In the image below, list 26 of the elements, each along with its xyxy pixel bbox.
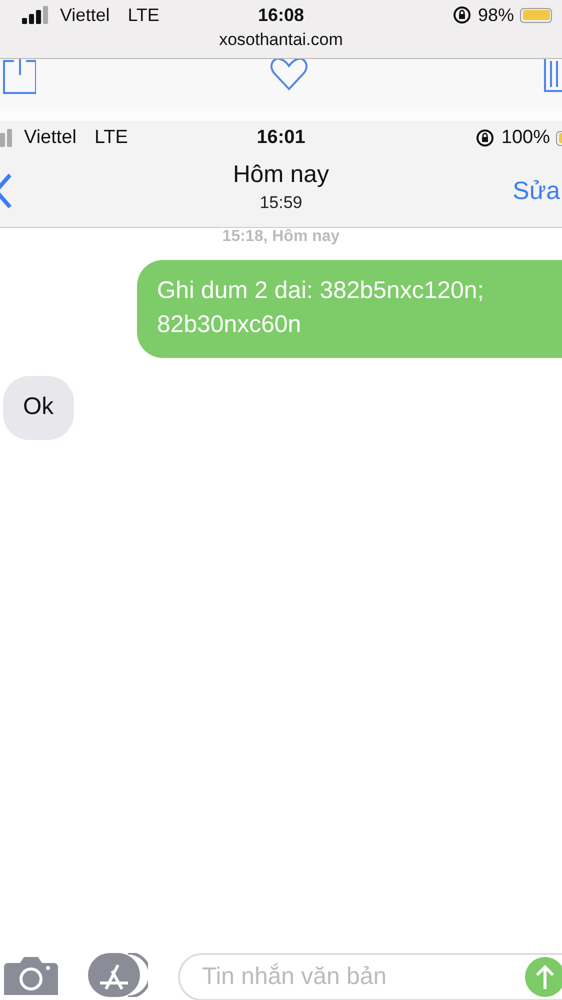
carrier-name: Viettel [24,127,76,149]
conversation-time: 15:59 [260,193,302,213]
carrier-name: Viettel [60,4,110,26]
app-store-icon[interactable] [88,953,148,997]
heart-icon[interactable] [270,59,308,91]
battery-percentage: 100% [501,127,550,149]
network-type: LTE [94,127,128,149]
clock-time: 16:08 [258,4,304,24]
rotation-lock-icon [452,5,472,25]
message-field[interactable]: Tin nhắn văn bản [178,953,525,1000]
battery-icon [520,8,552,22]
conversation-title: Hôm nay [232,161,330,189]
clock-time: 16:01 [256,127,306,148]
camera-icon[interactable] [4,955,58,995]
message-timestamp: 15:18, Hôm nay [222,228,340,245]
page-url[interactable]: xosothantai.com [219,30,343,49]
message-bubble: Ghi dum 2 dai: 382b5nxc120n; 82b30nxc60n [137,260,562,358]
message-bubble: Ok [3,376,74,440]
battery-percentage: 98% [478,4,514,26]
share-icon[interactable] [2,59,36,95]
back-icon[interactable] [0,173,12,209]
send-button[interactable] [525,957,562,997]
rotation-lock-icon [475,128,496,148]
arrow-up-icon [535,964,555,990]
trash-icon[interactable] [542,59,562,93]
network-type: LTE [128,4,160,26]
